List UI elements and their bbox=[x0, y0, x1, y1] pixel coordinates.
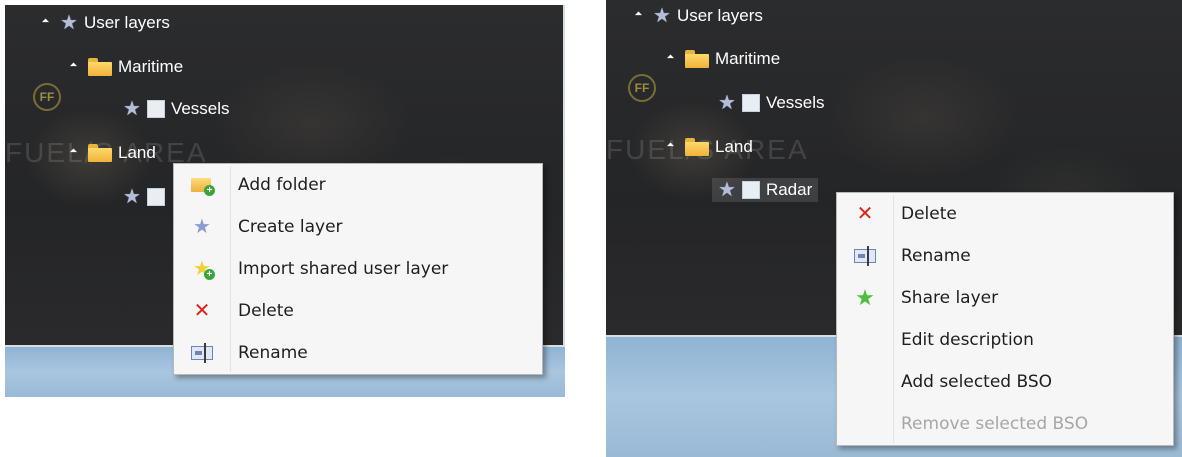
tree-folder-label: Land bbox=[715, 137, 753, 156]
rename-icon bbox=[174, 343, 230, 363]
tree-folder-land[interactable]: Land bbox=[69, 141, 156, 165]
menu-item-create-layer[interactable]: ★ Create layer bbox=[174, 206, 542, 248]
menu-item-label: Remove selected BSO bbox=[901, 414, 1089, 434]
tree-layer-radar[interactable]: ★ Radar bbox=[712, 178, 819, 202]
tree-root-user-layers[interactable]: ★ User layers bbox=[634, 4, 763, 28]
tree-folder-maritime[interactable]: Maritime bbox=[666, 47, 781, 71]
map-symbol-icon: FF bbox=[33, 83, 61, 111]
expand-arrow-icon[interactable] bbox=[41, 18, 50, 26]
folder-add-icon: + bbox=[174, 176, 230, 196]
left-panel: FUEL/S AREA FF ★ User layers Maritime ★ … bbox=[5, 5, 565, 397]
layer-checkbox-icon[interactable] bbox=[741, 181, 760, 199]
menu-item-label: Rename bbox=[901, 246, 971, 266]
menu-item-label: Create layer bbox=[238, 217, 343, 237]
star-icon: ★ bbox=[123, 98, 141, 120]
tree-folder-label: Land bbox=[118, 143, 156, 162]
star-icon: ★ bbox=[718, 179, 736, 201]
menu-item-remove-selected-bso: Remove selected BSO bbox=[837, 403, 1173, 445]
menu-item-label: Edit description bbox=[901, 330, 1034, 350]
menu-item-label: Import shared user layer bbox=[238, 259, 449, 279]
context-menu: ✕ Delete Rename ★ Share layer Edit descr… bbox=[836, 192, 1174, 446]
menu-item-add-folder[interactable]: + Add folder bbox=[174, 164, 542, 206]
tree-layer-label: Radar bbox=[765, 180, 813, 199]
menu-item-edit-description[interactable]: Edit description bbox=[837, 319, 1173, 361]
layer-checkbox-icon[interactable] bbox=[146, 100, 165, 118]
expand-arrow-icon[interactable] bbox=[69, 148, 78, 156]
layer-checkbox-icon[interactable] bbox=[146, 188, 165, 206]
expand-arrow-icon[interactable] bbox=[666, 54, 675, 62]
tree-layer-label: Vessels bbox=[765, 93, 825, 112]
star-icon: ★ bbox=[123, 186, 141, 208]
menu-item-label: Delete bbox=[238, 301, 294, 321]
menu-item-label: Share layer bbox=[901, 288, 999, 308]
menu-item-delete[interactable]: ✕ Delete bbox=[174, 290, 542, 332]
folder-icon bbox=[685, 138, 709, 156]
map-symbol-icon: FF bbox=[628, 74, 656, 102]
menu-item-rename[interactable]: Rename bbox=[174, 332, 542, 374]
menu-item-label: Delete bbox=[901, 204, 957, 224]
expand-arrow-icon[interactable] bbox=[634, 11, 643, 19]
tree-layer-land-item[interactable]: ★ bbox=[123, 185, 165, 209]
tree-folder-label: Maritime bbox=[118, 57, 184, 76]
menu-item-label: Add folder bbox=[238, 175, 326, 195]
menu-item-import-shared-user-layer[interactable]: ★ + Import shared user layer bbox=[174, 248, 542, 290]
tree-root-label: User layers bbox=[83, 13, 170, 32]
tree-folder-maritime[interactable]: Maritime bbox=[69, 55, 184, 79]
folder-icon bbox=[88, 144, 112, 162]
tree-folder-label: Maritime bbox=[715, 49, 781, 68]
folder-icon bbox=[685, 50, 709, 68]
tree-root-label: User layers bbox=[676, 6, 763, 25]
star-green-icon: ★ bbox=[855, 285, 875, 310]
right-panel: FUEL/S AREA FF ★ User layers Maritime ★ … bbox=[606, 0, 1182, 457]
menu-item-add-selected-bso[interactable]: Add selected BSO bbox=[837, 361, 1173, 403]
delete-x-icon: ✕ bbox=[193, 300, 211, 322]
menu-item-rename[interactable]: Rename bbox=[837, 235, 1173, 277]
star-icon: ★ bbox=[718, 92, 736, 114]
menu-item-delete[interactable]: ✕ Delete bbox=[837, 193, 1173, 235]
menu-item-label: Add selected BSO bbox=[901, 372, 1053, 392]
star-icon: ★ bbox=[653, 5, 671, 27]
expand-arrow-icon[interactable] bbox=[69, 62, 78, 70]
menu-item-share-layer[interactable]: ★ Share layer bbox=[837, 277, 1173, 319]
tree-layer-vessels[interactable]: ★ Vessels bbox=[123, 97, 230, 121]
tree-folder-land[interactable]: Land bbox=[666, 135, 753, 159]
tree-layer-vessels[interactable]: ★ Vessels bbox=[718, 91, 825, 115]
star-blue-icon: ★ bbox=[193, 216, 211, 238]
star-icon: ★ bbox=[60, 12, 78, 34]
layer-checkbox-icon[interactable] bbox=[741, 94, 760, 112]
delete-x-icon: ✕ bbox=[856, 203, 874, 225]
expand-arrow-icon[interactable] bbox=[666, 142, 675, 150]
tree-root-user-layers[interactable]: ★ User layers bbox=[41, 11, 170, 35]
tree-layer-label: Vessels bbox=[170, 99, 230, 118]
folder-icon bbox=[88, 58, 112, 76]
menu-item-label: Rename bbox=[238, 343, 308, 363]
star-add-icon: ★ + bbox=[174, 259, 230, 280]
context-menu: + Add folder ★ Create layer ★ + Import sh… bbox=[173, 163, 543, 375]
rename-icon bbox=[837, 246, 893, 266]
